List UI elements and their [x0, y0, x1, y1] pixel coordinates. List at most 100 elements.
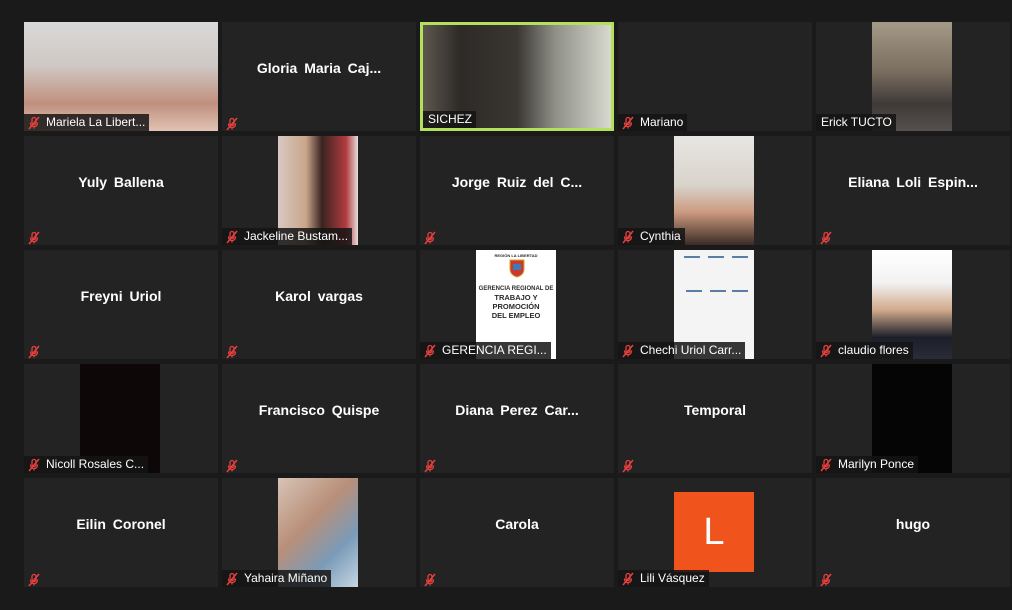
- microphone-muted-icon: [27, 345, 41, 359]
- participant-name-large: Carola: [495, 515, 539, 532]
- document-thumbnail-line: [710, 290, 726, 292]
- document-thumbnail-line: [732, 256, 748, 258]
- microphone-muted-icon: [819, 573, 833, 587]
- participant-tile[interactable]: Diana Perez Car...: [420, 364, 614, 473]
- participant-name: Lili Vásquez: [640, 571, 705, 585]
- logo-line1: GERENCIA REGIONAL DE: [478, 286, 554, 292]
- microphone-muted-icon: [621, 572, 635, 586]
- logo-line2: TRABAJO Y PROMOCIÓN: [492, 293, 540, 311]
- microphone-muted-icon: [819, 231, 833, 245]
- microphone-muted-icon: [27, 458, 41, 472]
- participant-name: Mariela La Libert...: [46, 115, 146, 129]
- participant-name-large: hugo: [895, 515, 931, 532]
- participant-name-large: Karol vargas: [275, 287, 363, 304]
- participant-nameplate: Marilyn Ponce: [816, 456, 919, 473]
- participant-name: Cynthia: [640, 229, 681, 243]
- participant-nameplate: Yahaira Miñano: [222, 570, 332, 587]
- microphone-muted-icon: [423, 231, 437, 245]
- participant-nameplate: Chechi Uriol Carr...: [618, 342, 746, 359]
- participant-tile[interactable]: Erick TUCTO: [816, 22, 1010, 131]
- participant-tile[interactable]: Mariano: [618, 22, 812, 131]
- participant-nameplate: [618, 459, 644, 473]
- microphone-muted-icon: [225, 230, 239, 244]
- participant-name: GERENCIA REGI...: [442, 343, 547, 357]
- participant-name-large: Jorge Ruiz del C...: [451, 173, 583, 190]
- participant-tile[interactable]: REGIÓN LA LIBERTAD GERENCIA REGIONAL DE TR…: [420, 250, 614, 359]
- microphone-muted-icon: [621, 230, 635, 244]
- participant-tile[interactable]: Cynthia: [618, 136, 812, 245]
- participant-name-large: Yuly Ballena: [78, 173, 164, 190]
- participant-name-large: Temporal: [684, 401, 746, 418]
- logo-line3: DEL EMPLEO: [491, 311, 541, 320]
- participant-tile[interactable]: Chechi Uriol Carr...: [618, 250, 812, 359]
- participant-nameplate: Mariano: [618, 114, 688, 131]
- microphone-muted-icon: [27, 116, 41, 130]
- participant-tile[interactable]: Yahaira Miñano: [222, 478, 416, 587]
- participant-name-large: Eliana Loli Espin...: [848, 173, 978, 190]
- crest-icon: [509, 259, 525, 278]
- participant-tile[interactable]: Eliana Loli Espin...: [816, 136, 1010, 245]
- participant-tile[interactable]: hugo: [816, 478, 1010, 587]
- microphone-muted-icon: [225, 345, 239, 359]
- participant-name: Erick TUCTO: [821, 115, 892, 129]
- participant-tile[interactable]: Carola: [420, 478, 614, 587]
- participant-name: Nicoll Rosales C...: [46, 457, 145, 471]
- participant-nameplate: claudio flores: [816, 342, 913, 359]
- participant-tile[interactable]: Marilyn Ponce: [816, 364, 1010, 473]
- participant-nameplate: Jackeline Bustam...: [222, 228, 353, 245]
- avatar-letter: L: [674, 492, 754, 572]
- participant-name: Jackeline Bustam...: [244, 229, 349, 243]
- participant-name-large: Francisco Quispe: [258, 401, 380, 418]
- participant-nameplate: [420, 459, 446, 473]
- participant-name: Mariano: [640, 115, 684, 129]
- participant-name-large: Diana Perez Car...: [455, 401, 579, 418]
- participant-tile[interactable]: L Lili Vásquez: [618, 478, 812, 587]
- participant-name-large: Freyni Uriol: [80, 287, 162, 304]
- participant-tile[interactable]: Jorge Ruiz del C...: [420, 136, 614, 245]
- microphone-muted-icon: [225, 459, 239, 473]
- participant-tile[interactable]: Francisco Quispe: [222, 364, 416, 473]
- participant-tile[interactable]: Temporal: [618, 364, 812, 473]
- participant-tile[interactable]: Yuly Ballena: [24, 136, 218, 245]
- microphone-muted-icon: [27, 573, 41, 587]
- participant-name-large: Eilin Coronel: [76, 515, 166, 532]
- participant-nameplate: [222, 345, 248, 359]
- participant-tile[interactable]: Freyni Uriol: [24, 250, 218, 359]
- participant-nameplate: Lili Vásquez: [618, 570, 709, 587]
- participant-nameplate: [24, 573, 50, 587]
- participant-tile[interactable]: Eilin Coronel: [24, 478, 218, 587]
- participant-tile[interactable]: Gloria Maria Caj...: [222, 22, 416, 131]
- logo-top-text: REGIÓN LA LIBERTAD: [494, 253, 538, 258]
- participant-nameplate: Erick TUCTO: [816, 114, 896, 131]
- microphone-muted-icon: [225, 572, 239, 586]
- participant-nameplate: SICHEZ: [423, 111, 477, 128]
- participant-name: Chechi Uriol Carr...: [640, 343, 742, 357]
- participant-nameplate: [24, 345, 50, 359]
- participant-nameplate: GERENCIA REGI...: [420, 342, 551, 359]
- microphone-muted-icon: [621, 459, 635, 473]
- gallery-grid: Mariela La Libert... Gloria Maria Caj... S…: [24, 22, 1012, 588]
- participant-nameplate: [816, 573, 842, 587]
- document-thumbnail-line: [732, 290, 748, 292]
- document-thumbnail-line: [684, 256, 700, 258]
- participant-nameplate: [222, 459, 248, 473]
- participant-tile[interactable]: claudio flores: [816, 250, 1010, 359]
- participant-video: [674, 136, 754, 245]
- participant-tile[interactable]: Karol vargas: [222, 250, 416, 359]
- participant-nameplate: [24, 231, 50, 245]
- participant-nameplate: Nicoll Rosales C...: [24, 456, 149, 473]
- microphone-muted-icon: [621, 116, 635, 130]
- microphone-muted-icon: [423, 459, 437, 473]
- document-thumbnail-line: [686, 290, 702, 292]
- participant-name: Marilyn Ponce: [838, 457, 915, 471]
- participant-nameplate: Cynthia: [618, 228, 685, 245]
- participant-tile[interactable]: Jackeline Bustam...: [222, 136, 416, 245]
- microphone-muted-icon: [27, 231, 41, 245]
- participant-tile[interactable]: Nicoll Rosales C...: [24, 364, 218, 473]
- participant-name: Yahaira Miñano: [244, 571, 328, 585]
- participant-name: SICHEZ: [428, 112, 473, 126]
- participant-tile[interactable]: SICHEZ: [420, 22, 614, 131]
- participant-tile[interactable]: Mariela La Libert...: [24, 22, 218, 131]
- microphone-muted-icon: [423, 344, 437, 358]
- microphone-muted-icon: [423, 573, 437, 587]
